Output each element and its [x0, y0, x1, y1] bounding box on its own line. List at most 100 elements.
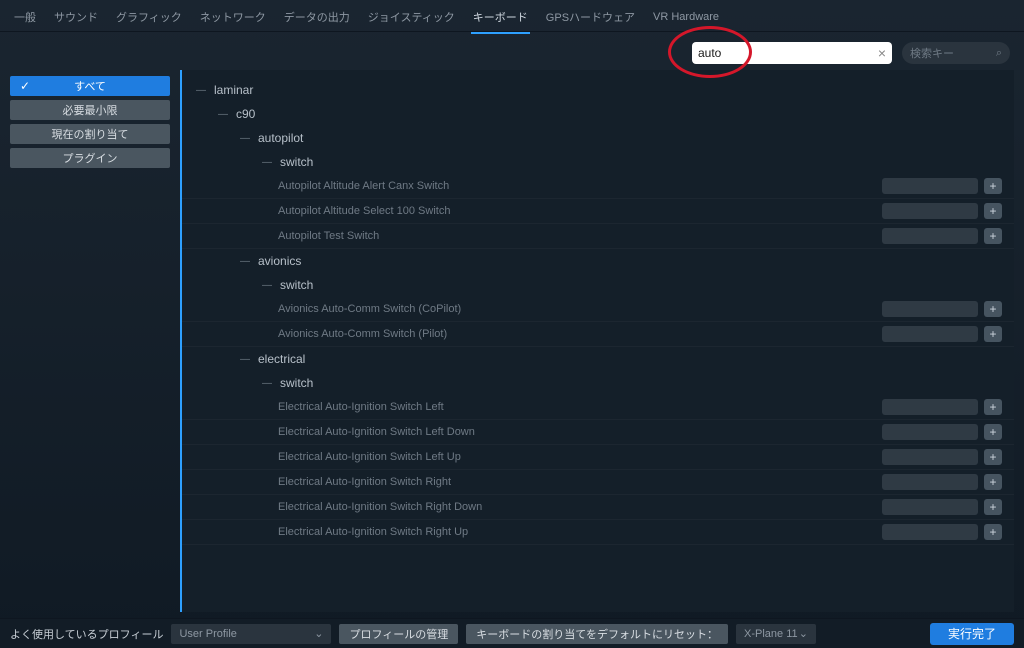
tab-0[interactable]: 一般 — [12, 5, 38, 33]
collapse-icon: — — [218, 109, 228, 120]
tab-6[interactable]: キーボード — [471, 5, 530, 33]
collapse-icon: — — [240, 354, 250, 365]
command-row: Electrical Auto-Ignition Switch Left Up + — [182, 445, 1014, 470]
binding-slot[interactable] — [882, 326, 978, 342]
tree-group-electrical[interactable]: — electrical — [182, 352, 1014, 366]
binding-slot[interactable] — [882, 424, 978, 440]
binding-slot[interactable] — [882, 449, 978, 465]
key-search-placeholder: 検索キー — [910, 45, 954, 61]
add-binding-button[interactable]: + — [984, 399, 1002, 415]
binding-slot[interactable] — [882, 474, 978, 490]
manage-profile-button[interactable]: プロフィールの管理 — [339, 624, 458, 644]
branch-label: switch — [280, 376, 313, 390]
filter-sidebar: ✓ すべて必要最小限現在の割り当てプラグイン — [10, 70, 170, 612]
tab-5[interactable]: ジョイスティック — [366, 5, 457, 33]
branch-label: c90 — [236, 107, 255, 121]
command-label: Electrical Auto-Ignition Switch Left — [278, 401, 444, 413]
command-label: Autopilot Test Switch — [278, 230, 379, 242]
command-row: Avionics Auto-Comm Switch (CoPilot) + — [182, 297, 1014, 322]
sidebar-item-3[interactable]: プラグイン — [10, 148, 170, 168]
command-row: Autopilot Test Switch + — [182, 224, 1014, 249]
footer-bar: よく使用しているプロフィール User Profile ⌄ プロフィールの管理 … — [0, 618, 1024, 648]
sidebar-item-label: 現在の割り当て — [52, 126, 129, 142]
key-search-box[interactable]: 検索キー ⌕ — [902, 42, 1010, 64]
branch-label: electrical — [258, 352, 305, 366]
branch-label: autopilot — [258, 131, 303, 145]
binding-slot[interactable] — [882, 399, 978, 415]
command-label: Autopilot Altitude Select 100 Switch — [278, 205, 450, 217]
tab-8[interactable]: VR Hardware — [651, 7, 721, 31]
command-label: Electrical Auto-Ignition Switch Left Up — [278, 451, 461, 463]
collapse-icon: — — [262, 280, 272, 291]
reset-target-value: X-Plane 11 — [744, 628, 798, 640]
add-binding-button[interactable]: + — [984, 178, 1002, 194]
top-tabbar: 一般サウンドグラフィックネットワークデータの出力ジョイスティックキーボード GPS… — [0, 0, 1024, 32]
profile-select-value: User Profile — [179, 628, 236, 640]
add-binding-button[interactable]: + — [984, 449, 1002, 465]
done-button[interactable]: 実行完了 — [930, 623, 1014, 645]
check-icon: ✓ — [20, 79, 30, 93]
tree-group-avionics[interactable]: — avionics — [182, 254, 1014, 268]
tree-group-autopilot[interactable]: —autopilot — [182, 131, 1014, 145]
command-row: Electrical Auto-Ignition Switch Left + — [182, 395, 1014, 420]
binding-slot[interactable] — [882, 178, 978, 194]
binding-slot[interactable] — [882, 228, 978, 244]
tree-sub-avionics[interactable]: — switch — [182, 278, 1014, 292]
command-row: Electrical Auto-Ignition Switch Right + — [182, 470, 1014, 495]
command-tree[interactable]: —laminar—c90—autopilot—switchAutopilot A… — [182, 70, 1014, 612]
command-label: Electrical Auto-Ignition Switch Right Do… — [278, 501, 482, 513]
command-label: Avionics Auto-Comm Switch (CoPilot) — [278, 303, 461, 315]
add-binding-button[interactable]: + — [984, 228, 1002, 244]
command-search-input[interactable] — [698, 46, 878, 60]
binding-slot[interactable] — [882, 499, 978, 515]
collapse-icon: — — [196, 85, 206, 96]
add-binding-button[interactable]: + — [984, 499, 1002, 515]
sidebar-item-label: プラグイン — [63, 150, 118, 166]
add-binding-button[interactable]: + — [984, 326, 1002, 342]
add-binding-button[interactable]: + — [984, 203, 1002, 219]
add-binding-button[interactable]: + — [984, 301, 1002, 317]
tree-sub-autopilot[interactable]: — switch — [182, 155, 1014, 169]
sidebar-item-0[interactable]: ✓ すべて — [10, 76, 170, 96]
tab-2[interactable]: グラフィック — [114, 5, 184, 33]
add-binding-button[interactable]: + — [984, 424, 1002, 440]
branch-label: switch — [280, 278, 313, 292]
binding-slot[interactable] — [882, 524, 978, 540]
tab-4[interactable]: データの出力 — [282, 5, 352, 33]
binding-slot[interactable] — [882, 203, 978, 219]
binding-slot[interactable] — [882, 301, 978, 317]
chevron-down-icon: ⌄ — [799, 627, 808, 640]
collapse-icon: — — [240, 256, 250, 267]
command-row: Autopilot Altitude Alert Canx Switch + — [182, 174, 1014, 199]
collapse-icon: — — [262, 157, 272, 168]
command-row: Electrical Auto-Ignition Switch Right Up… — [182, 520, 1014, 545]
branch-label: avionics — [258, 254, 301, 268]
command-label: Electrical Auto-Ignition Switch Right — [278, 476, 451, 488]
command-row: Electrical Auto-Ignition Switch Right Do… — [182, 495, 1014, 520]
sidebar-item-label: すべて — [74, 78, 106, 94]
tree-child[interactable]: — c90 — [182, 107, 1014, 121]
command-label: Electrical Auto-Ignition Switch Left Dow… — [278, 426, 475, 438]
sidebar-item-label: 必要最小限 — [63, 102, 118, 118]
collapse-icon: — — [262, 378, 272, 389]
branch-label: laminar — [214, 83, 253, 97]
tab-1[interactable]: サウンド — [52, 5, 100, 33]
add-binding-button[interactable]: + — [984, 474, 1002, 490]
sidebar-item-2[interactable]: 現在の割り当て — [10, 124, 170, 144]
tab-3[interactable]: ネットワーク — [198, 5, 268, 33]
branch-label: switch — [280, 155, 313, 169]
tree-root[interactable]: — laminar — [182, 83, 1014, 97]
command-row: Electrical Auto-Ignition Switch Left Dow… — [182, 420, 1014, 445]
command-row: Avionics Auto-Comm Switch (Pilot)+ — [182, 322, 1014, 347]
add-binding-button[interactable]: + — [984, 524, 1002, 540]
command-label: Electrical Auto-Ignition Switch Right Up — [278, 526, 468, 538]
reset-target-select[interactable]: X-Plane 11 ⌄ — [736, 624, 816, 644]
search-icon: ⌕ — [996, 47, 1002, 60]
command-label: Autopilot Altitude Alert Canx Switch — [278, 180, 449, 192]
profile-select[interactable]: User Profile ⌄ — [171, 624, 331, 644]
tab-7[interactable]: GPSハードウェア — [544, 5, 637, 33]
clear-search-icon[interactable]: × — [878, 45, 886, 61]
tree-sub-electrical[interactable]: — switch — [182, 376, 1014, 390]
sidebar-item-1[interactable]: 必要最小限 — [10, 100, 170, 120]
command-search-box[interactable]: × — [692, 42, 892, 64]
